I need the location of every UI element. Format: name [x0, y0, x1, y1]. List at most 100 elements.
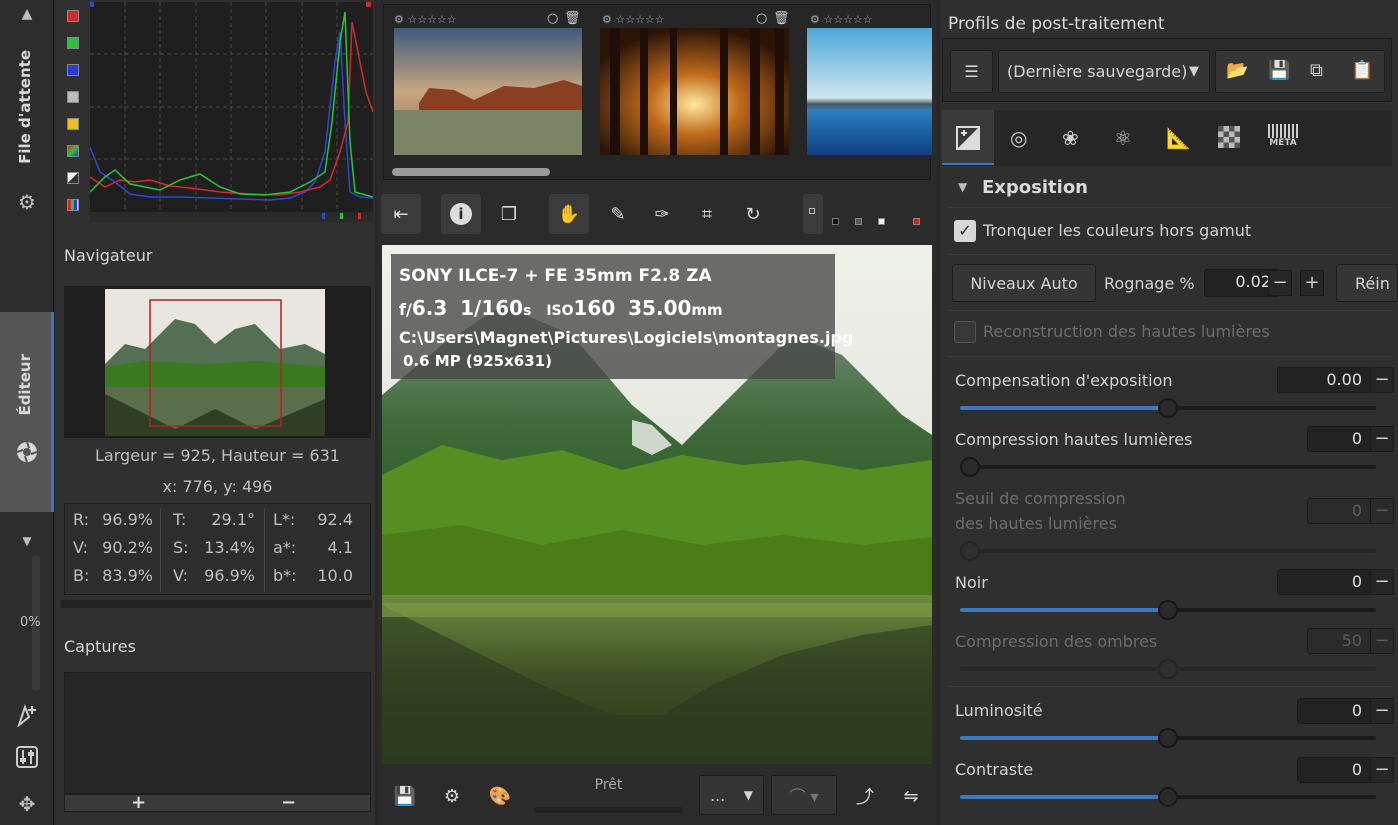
open-profile-icon[interactable]: 📂 [1226, 60, 1248, 81]
before-after-button[interactable]: ❐ [489, 194, 529, 234]
advanced-tab-icon[interactable]: ⚛ [1114, 126, 1132, 150]
bg-gray-option[interactable] [855, 218, 862, 225]
chroma-toggle[interactable] [67, 118, 79, 130]
black-slider[interactable] [960, 600, 1376, 620]
external-editor-button[interactable]: 🎨 [480, 776, 520, 816]
collapse-arrow-icon[interactable]: ▼ [958, 180, 967, 194]
bg-white-option[interactable] [878, 218, 885, 225]
remove-capture-button[interactable]: − [281, 792, 296, 813]
profiles-title: Profils de post-traitement [948, 14, 1165, 34]
blue-channel-toggle[interactable] [67, 64, 79, 76]
tab-file-queue[interactable]: File d'attente [16, 50, 34, 164]
luminosity-decrement[interactable]: − [1370, 698, 1394, 724]
add-pointer-icon[interactable] [15, 703, 39, 727]
white-balance-picker-button[interactable]: ✎ [598, 194, 638, 234]
detail-tab-icon[interactable]: ◎ [1010, 126, 1027, 150]
bayer-toggle[interactable] [67, 199, 79, 211]
status-progress-bar [535, 807, 683, 813]
clipping-indicator[interactable] [913, 218, 920, 225]
green-channel-toggle[interactable] [67, 37, 79, 49]
shadow-compression-slider[interactable] [960, 659, 1376, 679]
crop-tool-button[interactable]: ⌗ [687, 194, 727, 234]
profile-list-button[interactable]: ☰ [950, 50, 993, 93]
luminance-toggle[interactable] [67, 91, 79, 103]
highlight-compression-input[interactable]: 0 [1307, 426, 1371, 452]
thumb2-reject-icon[interactable]: ○ [756, 11, 767, 26]
panel-splitter[interactable] [60, 600, 372, 608]
highlight-threshold-slider[interactable] [960, 541, 1376, 561]
shadow-compression-input[interactable]: 50 [1307, 628, 1371, 654]
auto-levels-button[interactable]: Niveaux Auto [952, 264, 1096, 302]
highlight-threshold-input[interactable]: 0 [1307, 498, 1371, 524]
info-button[interactable]: i [441, 194, 481, 234]
black-decrement[interactable]: − [1370, 569, 1394, 595]
thumb1-trash-icon[interactable]: 🗑 [564, 11, 581, 26]
raw-tab-icon[interactable] [1218, 126, 1240, 148]
exposure-comp-slider[interactable] [960, 398, 1376, 418]
tab-editor[interactable]: Éditeur [16, 354, 34, 416]
pixel-value-row: L*: 92.4 [273, 510, 353, 529]
zoom-dropdown[interactable]: ... ▼ [699, 775, 764, 815]
thumbnail-forest-sun[interactable] [600, 28, 789, 155]
thumb1-rank[interactable]: ⚙ ☆☆☆☆☆ [394, 13, 457, 26]
thumbnail-desert-rocks[interactable] [394, 28, 582, 155]
add-capture-button[interactable]: + [131, 792, 146, 813]
transform-tab-icon[interactable]: 📐 [1166, 126, 1191, 150]
luminosity-input[interactable]: 0 [1297, 698, 1371, 724]
queue-button[interactable]: ⚙ [432, 776, 472, 816]
preview-channel-toggle[interactable] [803, 194, 823, 234]
hand-tool-button[interactable]: ✋ [549, 194, 589, 234]
shadow-compression-decrement[interactable]: − [1370, 628, 1394, 654]
flip-button[interactable]: ⇋ [891, 776, 931, 816]
metadata-tab[interactable]: META [1268, 124, 1298, 148]
captures-list[interactable] [64, 672, 371, 794]
raw-toggle[interactable] [67, 172, 79, 184]
clip-percent-increment[interactable]: + [1300, 270, 1324, 296]
pixel-values-lab: L*: 92.4 a*: 4.1 b*: 10.0 [273, 508, 353, 592]
luminosity-label: Luminosité [955, 701, 1043, 720]
profile-select[interactable]: (Dernière sauvegarde) ▼ [998, 50, 1210, 93]
luminosity-slider[interactable] [960, 728, 1376, 748]
thumb3-rank[interactable]: ⚙ ☆☆☆☆☆ [810, 13, 873, 26]
exposure-comp-input[interactable]: 0.00 [1277, 367, 1371, 393]
reset-button[interactable]: Réin [1336, 264, 1398, 302]
highlight-threshold-decrement[interactable]: − [1370, 498, 1394, 524]
highlight-compression-slider[interactable] [960, 457, 1376, 477]
filmstrip-scrollbar[interactable] [392, 168, 550, 176]
exposure-section-title[interactable]: Exposition [982, 177, 1088, 198]
contrast-slider[interactable] [960, 787, 1376, 807]
contrast-decrement[interactable]: − [1370, 757, 1394, 783]
scroll-down-icon[interactable]: ▼ [13, 527, 41, 555]
sliders-icon[interactable] [15, 745, 39, 769]
thumb2-trash-icon[interactable]: 🗑 [773, 11, 790, 26]
color-tab-icon[interactable]: ❀ [1062, 126, 1079, 150]
bg-black-option[interactable] [832, 218, 839, 225]
rotate-button[interactable]: ⤴ [845, 776, 885, 816]
red-channel-toggle[interactable] [67, 10, 79, 22]
move-icon[interactable]: ✥ [13, 790, 41, 818]
rgb-toggle[interactable] [67, 145, 79, 157]
exposure-comp-decrement[interactable]: − [1370, 367, 1394, 393]
straighten-tool-button[interactable]: ↻ [733, 194, 773, 234]
hide-left-panel-button[interactable]: ⇤ [381, 194, 421, 234]
thumbnail-lake-blue[interactable] [807, 28, 932, 155]
save-profile-icon[interactable]: 💾 [1268, 60, 1290, 81]
gears-icon[interactable]: ⚙ [13, 188, 41, 216]
save-image-button[interactable]: 💾 [385, 776, 425, 816]
navigator-preview[interactable] [64, 286, 371, 438]
contrast-input[interactable]: 0 [1297, 757, 1371, 783]
paste-profile-icon[interactable]: 📋 [1351, 60, 1373, 81]
profile-dropdown[interactable]: ⌒ ▾ [771, 775, 837, 815]
clip-gamut-checkbox[interactable]: ✓ [954, 220, 976, 242]
color-picker-button[interactable]: ✑ [642, 194, 682, 234]
black-input[interactable]: 0 [1277, 569, 1371, 595]
highlight-reconstruction-checkbox[interactable] [954, 321, 976, 343]
thumb1-reject-icon[interactable]: ○ [547, 11, 558, 26]
tab-exposure[interactable] [942, 110, 994, 165]
highlight-compression-decrement[interactable]: − [1370, 426, 1394, 452]
clip-percent-decrement[interactable]: − [1268, 270, 1292, 296]
copy-profile-icon[interactable]: ⧉ [1310, 60, 1323, 81]
scroll-up-icon[interactable]: ▲ [13, 0, 41, 28]
thumb2-rank[interactable]: ⚙ ☆☆☆☆☆ [602, 13, 665, 26]
tab-editor-bg[interactable]: Éditeur [0, 312, 54, 512]
